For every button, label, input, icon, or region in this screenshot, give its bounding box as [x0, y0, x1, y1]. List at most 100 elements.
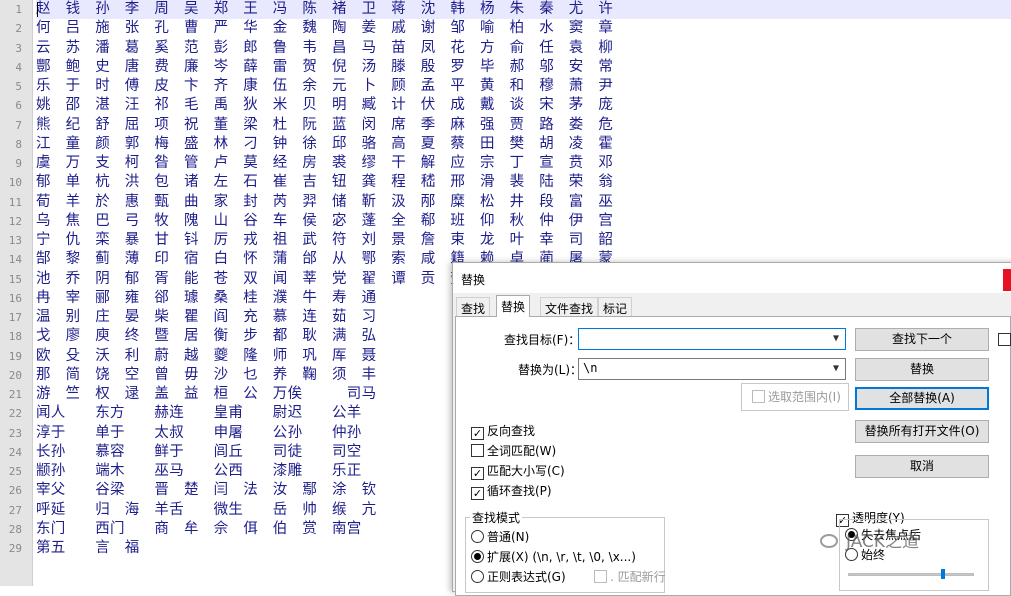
dot-newline-checkbox[interactable]: . 匹配新行	[594, 570, 666, 586]
line-number: 18	[8, 330, 22, 344]
line-number: 23	[8, 426, 22, 440]
replace-label: 替换为(L)：	[518, 363, 583, 377]
search-mode-title: 查找模式	[470, 509, 523, 526]
replace-button[interactable]: 替换	[855, 358, 989, 381]
in-selection-box-icon	[752, 390, 765, 403]
tab-bar: 查找 替换 文件查找 标记	[453, 295, 1011, 317]
line-number: 27	[8, 503, 22, 517]
mode-extended[interactable]: 扩展(X) (\n, \r, \t, \0, \x...)	[471, 550, 636, 566]
editor-line[interactable]: 宰父 谷梁 晋 楚 闫 法 汝 鄢 涂 钦	[36, 481, 376, 500]
line-number: 16	[8, 291, 22, 305]
replace-all-button[interactable]: 全部替换(A)	[855, 387, 989, 410]
editor-line[interactable]: 姚 邵 湛 汪 祁 毛 禹 狄 米 贝 明 臧 计 伏 成 戴 谈 宋 茅 庞	[36, 96, 613, 115]
line-number: 13	[8, 234, 22, 247]
watermark: JACK之道	[820, 527, 919, 552]
line-number: 12	[8, 214, 22, 228]
line-number: 22	[8, 407, 22, 421]
option-backward[interactable]: ✓ 反向查找	[471, 424, 535, 440]
option-label: 全词匹配(W)	[487, 444, 557, 458]
line-number-gutter: 1 2 3 4 5 6 7 8 9 10 11 12 13 14 15 16 17 18 19 20 21 22 23 24 2…	[0, 0, 33, 586]
tab-mark[interactable]: 标记	[598, 297, 633, 317]
editor-line[interactable]: 虞 万 支 柯 昝 管 卢 莫 经 房 裘 缪 干 解 应 宗 丁 宣 贲 邓	[36, 154, 613, 173]
watermark-text: JACK之道	[846, 532, 920, 552]
option-label: 匹配大小写(C)	[487, 464, 565, 478]
line-number: 26	[8, 484, 22, 498]
editor-line[interactable]: 何 吕 施 张 孔 曹 严 华 金 魏 陶 姜 戚 谢 邹 喻 柏 水 窦 章	[36, 19, 613, 38]
line-number: 14	[8, 253, 22, 267]
editor-line[interactable]: 温 别 庄 晏 柴 瞿 阎 充 慕 连 茹 习	[36, 308, 376, 327]
tab-replace[interactable]: 替换	[496, 295, 531, 317]
line-number: 3	[15, 41, 22, 55]
dialog-title: 替换	[461, 273, 486, 287]
mode-normal[interactable]: 普通(N)	[471, 530, 529, 546]
radio-icon	[471, 570, 484, 583]
mode-label: 扩展(X) (\n, \r, \t, \0, \x...)	[487, 550, 636, 564]
editor-line[interactable]: 呼延 归 海 羊舌 微生 岳 帅 缑 亢	[36, 501, 376, 520]
checkbox-icon: ✓	[471, 487, 484, 500]
editor-line[interactable]: 云 苏 潘 葛 奚 范 彭 郎 鲁 韦 昌 马 苗 凤 花 方 俞 任 袁 柳	[36, 39, 613, 58]
line-number: 7	[15, 118, 22, 132]
editor-line[interactable]: 荀 羊 於 惠 甄 曲 家 封 芮 羿 储 靳 汲 邴 糜 松 井 段 富 巫	[36, 193, 613, 212]
option-label: 反向查找	[487, 424, 536, 438]
dialog-titlebar[interactable]: 替换	[453, 263, 1011, 293]
editor-line[interactable]: 淳于 单于 太叔 申屠 公孙 仲孙	[36, 424, 362, 443]
editor-line[interactable]: 欧 殳 沃 利 蔚 越 夔 隆 师 巩 厍 聂	[36, 347, 376, 366]
in-selection-label: 选取范围内(I)	[768, 390, 841, 404]
find-label: 查找目标(F)：	[504, 333, 581, 347]
editor-line[interactable]: 郁 单 杭 洪 包 诸 左 石 崔 吉 钮 龚 程 嵇 邢 滑 裴 陆 荣 翁	[36, 173, 613, 192]
in-selection-checkbox[interactable]: 选取范围内(I)	[752, 390, 841, 406]
transparency-slider-thumb[interactable]	[940, 569, 945, 579]
line-number: 19	[8, 349, 22, 363]
replace-input[interactable]: \n ▼	[578, 358, 846, 380]
find-dropdown-icon[interactable]: ▼	[830, 332, 842, 346]
editor-line[interactable]: 闻人 东方 赫连 皇甫 尉迟 公羊	[36, 404, 362, 423]
editor-line[interactable]: 冉 宰 郦 雍 郤 璩 桑 桂 濮 牛 寿 通	[36, 289, 376, 308]
line-number: 11	[8, 195, 22, 209]
extra-checkbox[interactable]	[998, 333, 1011, 346]
checkbox-icon	[594, 570, 607, 583]
checkbox-icon: ✓	[471, 467, 484, 480]
line-number: 1	[15, 3, 22, 16]
editor-line[interactable]: 酆 鲍 史 唐 费 廉 岑 薛 雷 贺 倪 汤 滕 殷 罗 毕 郝 邬 安 常	[36, 58, 613, 77]
editor-line[interactable]: 游 竺 权 逯 盖 益 桓 公 万俟 司马	[36, 385, 376, 404]
tab-find-in-files[interactable]: 文件查找	[540, 297, 599, 317]
option-match-case[interactable]: ✓ 匹配大小写(C)	[471, 464, 565, 480]
line-number: 15	[8, 272, 22, 286]
dot-newline-label: . 匹配新行	[610, 570, 666, 584]
editor-line[interactable]: 东门 西门 商 牟 佘 佴 伯 赏 南宫	[36, 520, 362, 539]
mode-label: 普通(N)	[487, 530, 530, 544]
editor-line[interactable]: 江 童 颜 郭 梅 盛 林 刁 钟 徐 邱 骆 高 夏 蔡 田 樊 胡 凌 霍	[36, 135, 613, 154]
editor-line[interactable]: 乐 于 时 傅 皮 卞 齐 康 伍 余 元 卜 顾 孟 平 黄 和 穆 萧 尹	[36, 77, 613, 96]
transparency-slider[interactable]	[848, 573, 974, 576]
close-icon[interactable]	[1003, 269, 1011, 291]
editor-line[interactable]: 颛孙 端木 巫马 公西 漆雕 乐正	[36, 462, 362, 481]
line-number: 6	[15, 99, 22, 113]
mode-regex[interactable]: 正则表达式(G)	[471, 570, 566, 586]
line-number: 4	[15, 60, 22, 74]
line-number: 2	[15, 22, 22, 36]
editor-line[interactable]: 熊 纪 舒 屈 项 祝 董 梁 杜 阮 蓝 闵 席 季 麻 强 贾 路 娄 危	[36, 116, 613, 135]
cancel-button[interactable]: 取消	[855, 455, 989, 478]
editor-line[interactable]: 长孙 慕容 鲜于 闾丘 司徒 司空	[36, 443, 362, 462]
find-input[interactable]: ▼	[578, 328, 846, 350]
line-number: 5	[15, 80, 22, 93]
editor-line[interactable]: 第五 言 福	[36, 539, 140, 558]
mode-label: 正则表达式(G)	[487, 570, 566, 584]
replace-all-open-files-button[interactable]: 替换所有打开文件(O)	[855, 420, 989, 443]
option-wrap-around[interactable]: ✓ 循环查找(P)	[471, 484, 552, 500]
replace-dropdown-icon[interactable]: ▼	[830, 362, 842, 376]
radio-icon	[471, 530, 484, 543]
checkbox-icon	[471, 444, 484, 457]
option-whole-word[interactable]: 全词匹配(W)	[471, 444, 556, 460]
line-number: 9	[15, 157, 22, 170]
line-number: 25	[8, 465, 22, 478]
editor-line[interactable]: 赵 钱 孙 李 周 吴 郑 王 冯 陈 褚 卫 蒋 沈 韩 杨 朱 秦 尤 许	[36, 0, 1011, 20]
tab-find[interactable]: 查找	[456, 297, 491, 317]
editor-line[interactable]: 乌 焦 巴 弓 牧 隗 山 谷 车 侯 宓 蓬 全 郗 班 仰 秋 仲 伊 宫	[36, 212, 613, 231]
editor-line[interactable]: 宁 仇 栾 暴 甘 钭 厉 戎 祖 武 符 刘 景 詹 束 龙 叶 幸 司 韶	[36, 231, 613, 250]
editor-line[interactable]: 那 简 饶 空 曾 毋 沙 乜 养 鞠 须 丰	[36, 366, 376, 385]
radio-icon	[471, 550, 484, 563]
find-next-button[interactable]: 查找下一个	[855, 328, 989, 351]
editor-line[interactable]: 戈 廖 庾 终 暨 居 衡 步 都 耿 满 弘	[36, 327, 376, 346]
text-cursor	[37, 2, 38, 17]
